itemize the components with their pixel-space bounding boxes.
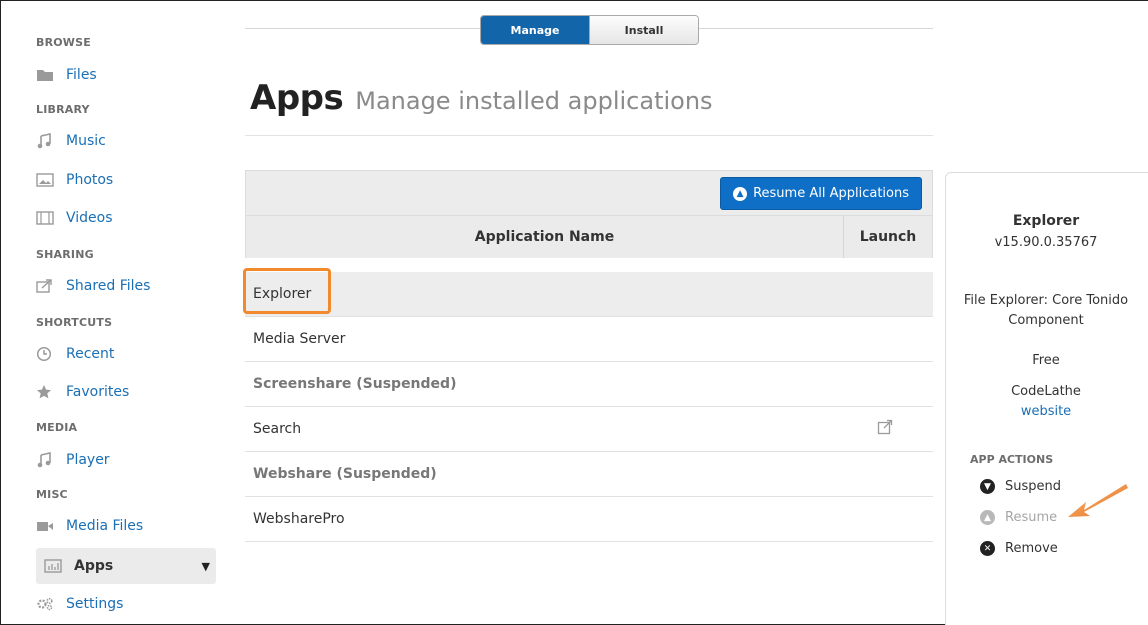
app-name: Media Server — [253, 331, 346, 347]
sidebar-item-label: Files — [66, 67, 97, 83]
sidebar-item-label: Music — [66, 133, 106, 149]
sidebar-item-label: Media Files — [66, 518, 144, 534]
circle-x-icon: ✕ — [980, 541, 995, 556]
star-icon — [36, 384, 58, 400]
section-media: MEDIA — [36, 421, 78, 434]
section-sharing: SHARING — [36, 248, 94, 261]
app-name: Explorer — [253, 286, 312, 302]
sidebar-item-label: Shared Files — [66, 278, 151, 294]
table-row[interactable]: Explorer — [245, 272, 933, 317]
divider — [245, 135, 933, 136]
app-detail-description: File Explorer: Core Tonido — [963, 293, 1129, 308]
app-name: Webshare (Suspended) — [253, 466, 437, 482]
column-header-launch: Launch — [859, 229, 917, 245]
table-row[interactable]: WebsharePro — [245, 497, 933, 542]
app-details-panel: Explorer v15.90.0.35767 File Explorer: C… — [945, 172, 1148, 625]
suspend-action[interactable]: ▼ Suspend — [980, 479, 1061, 494]
share-icon — [36, 279, 58, 293]
sidebar-item-player[interactable]: Player — [36, 445, 110, 475]
sidebar-item-label: Settings — [66, 596, 124, 612]
sidebar-item-label: Player — [66, 452, 110, 468]
section-misc: MISC — [36, 488, 68, 501]
table-header: Application Name Launch — [245, 216, 933, 258]
chevron-down-icon[interactable]: ▼ — [202, 560, 210, 573]
section-library: LIBRARY — [36, 103, 90, 116]
table-row[interactable]: Webshare (Suspended) — [245, 452, 933, 497]
resume-action[interactable]: ▲ Resume — [980, 510, 1057, 525]
tab-manage[interactable]: Manage — [481, 16, 589, 44]
app-detail-description-cont: Component — [1008, 313, 1084, 328]
sidebar-item-label: Favorites — [66, 384, 130, 400]
app-actions-heading: APP ACTIONS — [970, 453, 1054, 466]
external-link-icon[interactable] — [877, 419, 893, 439]
circle-down-icon: ▼ — [980, 479, 995, 494]
bar-chart-icon — [44, 559, 66, 573]
sidebar-item-shared-files[interactable]: Shared Files — [36, 271, 150, 301]
circle-up-icon: ▲ — [980, 510, 995, 525]
sidebar-item-favorites[interactable]: Favorites — [36, 377, 129, 407]
app-detail-name: Explorer — [1012, 213, 1080, 229]
sidebar-item-apps[interactable]: Apps ▼ — [36, 548, 216, 584]
page-title: Apps — [250, 78, 344, 118]
tab-install[interactable]: Install — [589, 16, 698, 44]
sidebar-item-media-files[interactable]: Media Files — [36, 511, 143, 541]
action-label: Remove — [1005, 541, 1058, 556]
sidebar: BROWSE Files LIBRARY Music Photos Videos… — [18, 0, 218, 625]
table-toolbar: ▲ Resume All Applications — [245, 170, 933, 216]
sidebar-item-label: Apps — [74, 558, 114, 574]
resume-all-button[interactable]: ▲ Resume All Applications — [720, 177, 922, 210]
folder-icon — [36, 68, 58, 82]
gears-icon — [36, 596, 58, 612]
page-subtitle: Manage installed applications — [355, 87, 713, 115]
app-detail-price: Free — [1032, 353, 1060, 368]
sidebar-item-music[interactable]: Music — [36, 126, 106, 156]
clock-icon — [36, 346, 58, 362]
section-browse: BROWSE — [36, 36, 91, 49]
circle-up-icon: ▲ — [733, 186, 748, 201]
film-icon — [36, 211, 58, 225]
app-detail-version: v15.90.0.35767 — [994, 235, 1098, 250]
sidebar-item-settings[interactable]: Settings — [36, 589, 123, 619]
sidebar-item-label: Photos — [66, 172, 114, 188]
video-camera-icon — [36, 519, 58, 533]
app-name: Screenshare (Suspended) — [253, 376, 457, 392]
app-table-body: Explorer Media Server Screenshare (Suspe… — [245, 272, 933, 542]
table-row[interactable]: Search — [245, 407, 933, 452]
image-icon — [36, 173, 58, 187]
sidebar-item-files[interactable]: Files — [36, 60, 97, 90]
resume-all-label: Resume All Applications — [753, 186, 909, 201]
sidebar-item-photos[interactable]: Photos — [36, 165, 113, 195]
app-website-link[interactable]: website — [946, 404, 1146, 419]
column-header-application-name[interactable]: Application Name — [246, 216, 844, 258]
app-name: Search — [253, 421, 302, 437]
view-toggle: Manage Install — [480, 15, 699, 45]
table-row[interactable]: Screenshare (Suspended) — [245, 362, 933, 407]
action-label: Suspend — [1005, 479, 1062, 494]
remove-action[interactable]: ✕ Remove — [980, 541, 1058, 556]
sidebar-item-recent[interactable]: Recent — [36, 339, 114, 369]
action-label: Resume — [1005, 510, 1058, 525]
sidebar-item-label: Videos — [66, 210, 113, 226]
app-name: WebsharePro — [253, 511, 345, 527]
sidebar-item-label: Recent — [66, 346, 115, 362]
section-shortcuts: SHORTCUTS — [36, 316, 113, 329]
sidebar-item-videos[interactable]: Videos — [36, 203, 113, 233]
music-note-icon — [36, 452, 58, 468]
page-heading: Apps Manage installed applications — [250, 78, 713, 118]
app-detail-vendor: CodeLathe — [1011, 384, 1081, 399]
music-note-icon — [36, 133, 58, 149]
table-row[interactable]: Media Server — [245, 317, 933, 362]
